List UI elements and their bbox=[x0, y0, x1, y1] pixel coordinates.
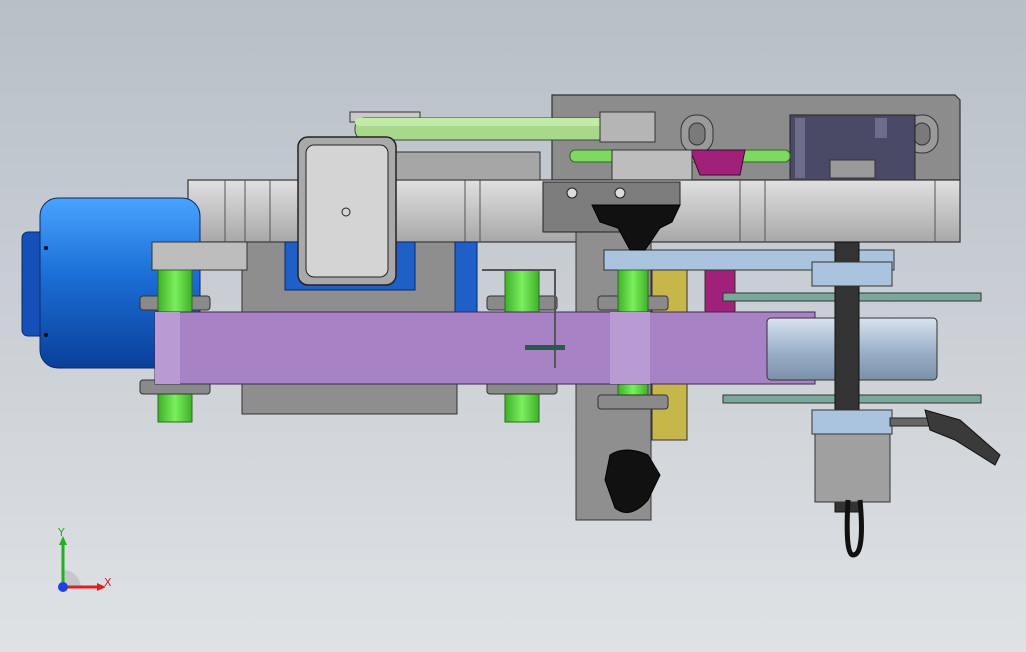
coordinate-triad: Y X bbox=[48, 526, 118, 600]
y-axis-label: Y bbox=[58, 526, 65, 539]
top-cross-bar bbox=[394, 151, 541, 181]
cad-viewport[interactable]: Y X bbox=[0, 0, 1026, 652]
lower-belt bbox=[154, 311, 816, 385]
z-axis-dot bbox=[58, 582, 68, 592]
right-gear-housing bbox=[789, 114, 916, 181]
clamp-lever bbox=[889, 409, 1001, 466]
right-roller-assembly bbox=[722, 241, 982, 558]
x-axis-label: X bbox=[104, 576, 112, 589]
upper-timing-belt bbox=[349, 111, 656, 143]
assembly-model[interactable] bbox=[0, 0, 1026, 652]
left-lower-bracket bbox=[151, 241, 248, 271]
lower-black-knob bbox=[604, 449, 661, 513]
